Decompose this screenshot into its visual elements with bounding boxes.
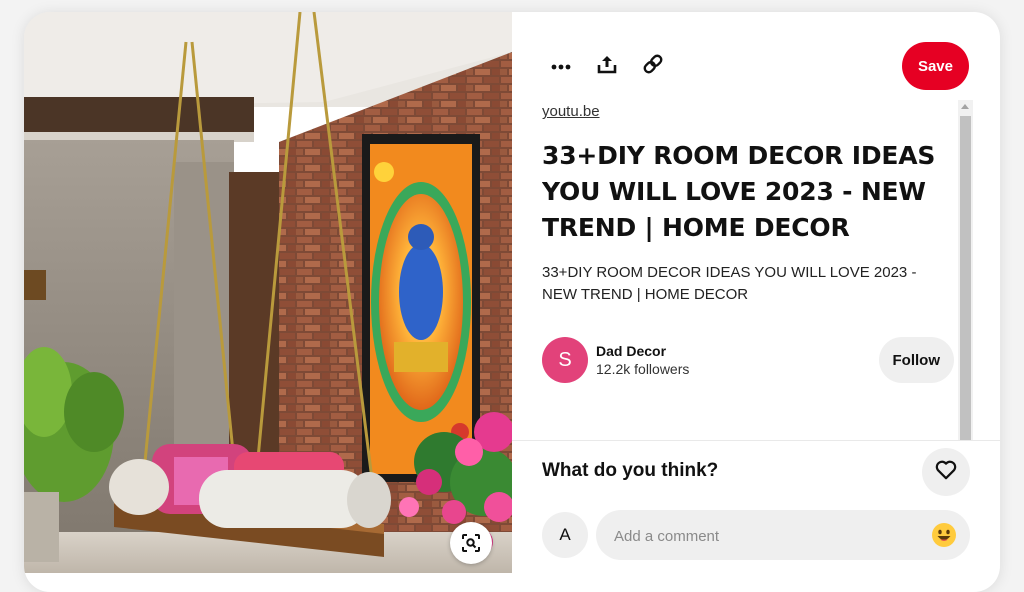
smiley-emoji-icon[interactable] [931, 522, 957, 548]
save-button[interactable]: Save [901, 42, 969, 90]
creator-followers: 12.2k followers [596, 361, 690, 377]
visual-search-button[interactable] [450, 522, 492, 564]
pin-info-scroll-area[interactable]: youtu.be 33+DIY ROOM DECOR IDEAS YOU WIL… [542, 100, 954, 440]
pin-details-panel: Save youtu.be 33+DIY ROOM DECOR IDEAS YO… [512, 12, 1000, 585]
scrollbar[interactable] [958, 100, 973, 440]
comments-heading: What do you think? [542, 460, 719, 481]
more-options-button[interactable] [542, 47, 580, 85]
source-link[interactable]: youtu.be [542, 103, 600, 120]
comment-input[interactable] [612, 510, 926, 560]
creator-info: Dad Decor 12.2k followers [596, 343, 689, 377]
creator-row: S Dad Decor 12.2k followers Follow [542, 332, 954, 388]
ellipsis-icon [551, 57, 571, 75]
link-icon [642, 53, 664, 80]
creator-avatar[interactable]: S [542, 337, 588, 383]
pin-toolbar [542, 42, 672, 90]
visual-search-icon [461, 533, 481, 553]
pin-title: 33+DIY ROOM DECOR IDEAS YOU WILL LOVE 20… [542, 141, 936, 242]
react-button[interactable] [922, 448, 970, 496]
divider [512, 440, 1000, 441]
scroll-up-arrow-icon[interactable] [961, 104, 969, 109]
scrollbar-thumb[interactable] [960, 116, 971, 440]
heart-icon [935, 460, 957, 485]
copy-link-button[interactable] [634, 47, 672, 85]
share-button[interactable] [588, 47, 626, 85]
pin-closeup-card: Save youtu.be 33+DIY ROOM DECOR IDEAS YO… [24, 12, 1000, 592]
follow-button[interactable]: Follow [878, 337, 954, 383]
pin-image[interactable] [24, 12, 512, 573]
current-user-avatar[interactable]: A [542, 512, 588, 558]
pin-description: 33+DIY ROOM DECOR IDEAS YOU WILL LOVE 20… [542, 264, 917, 303]
comment-box[interactable] [596, 510, 970, 560]
share-upload-icon [597, 54, 617, 79]
creator-name[interactable]: Dad Decor [596, 343, 689, 359]
